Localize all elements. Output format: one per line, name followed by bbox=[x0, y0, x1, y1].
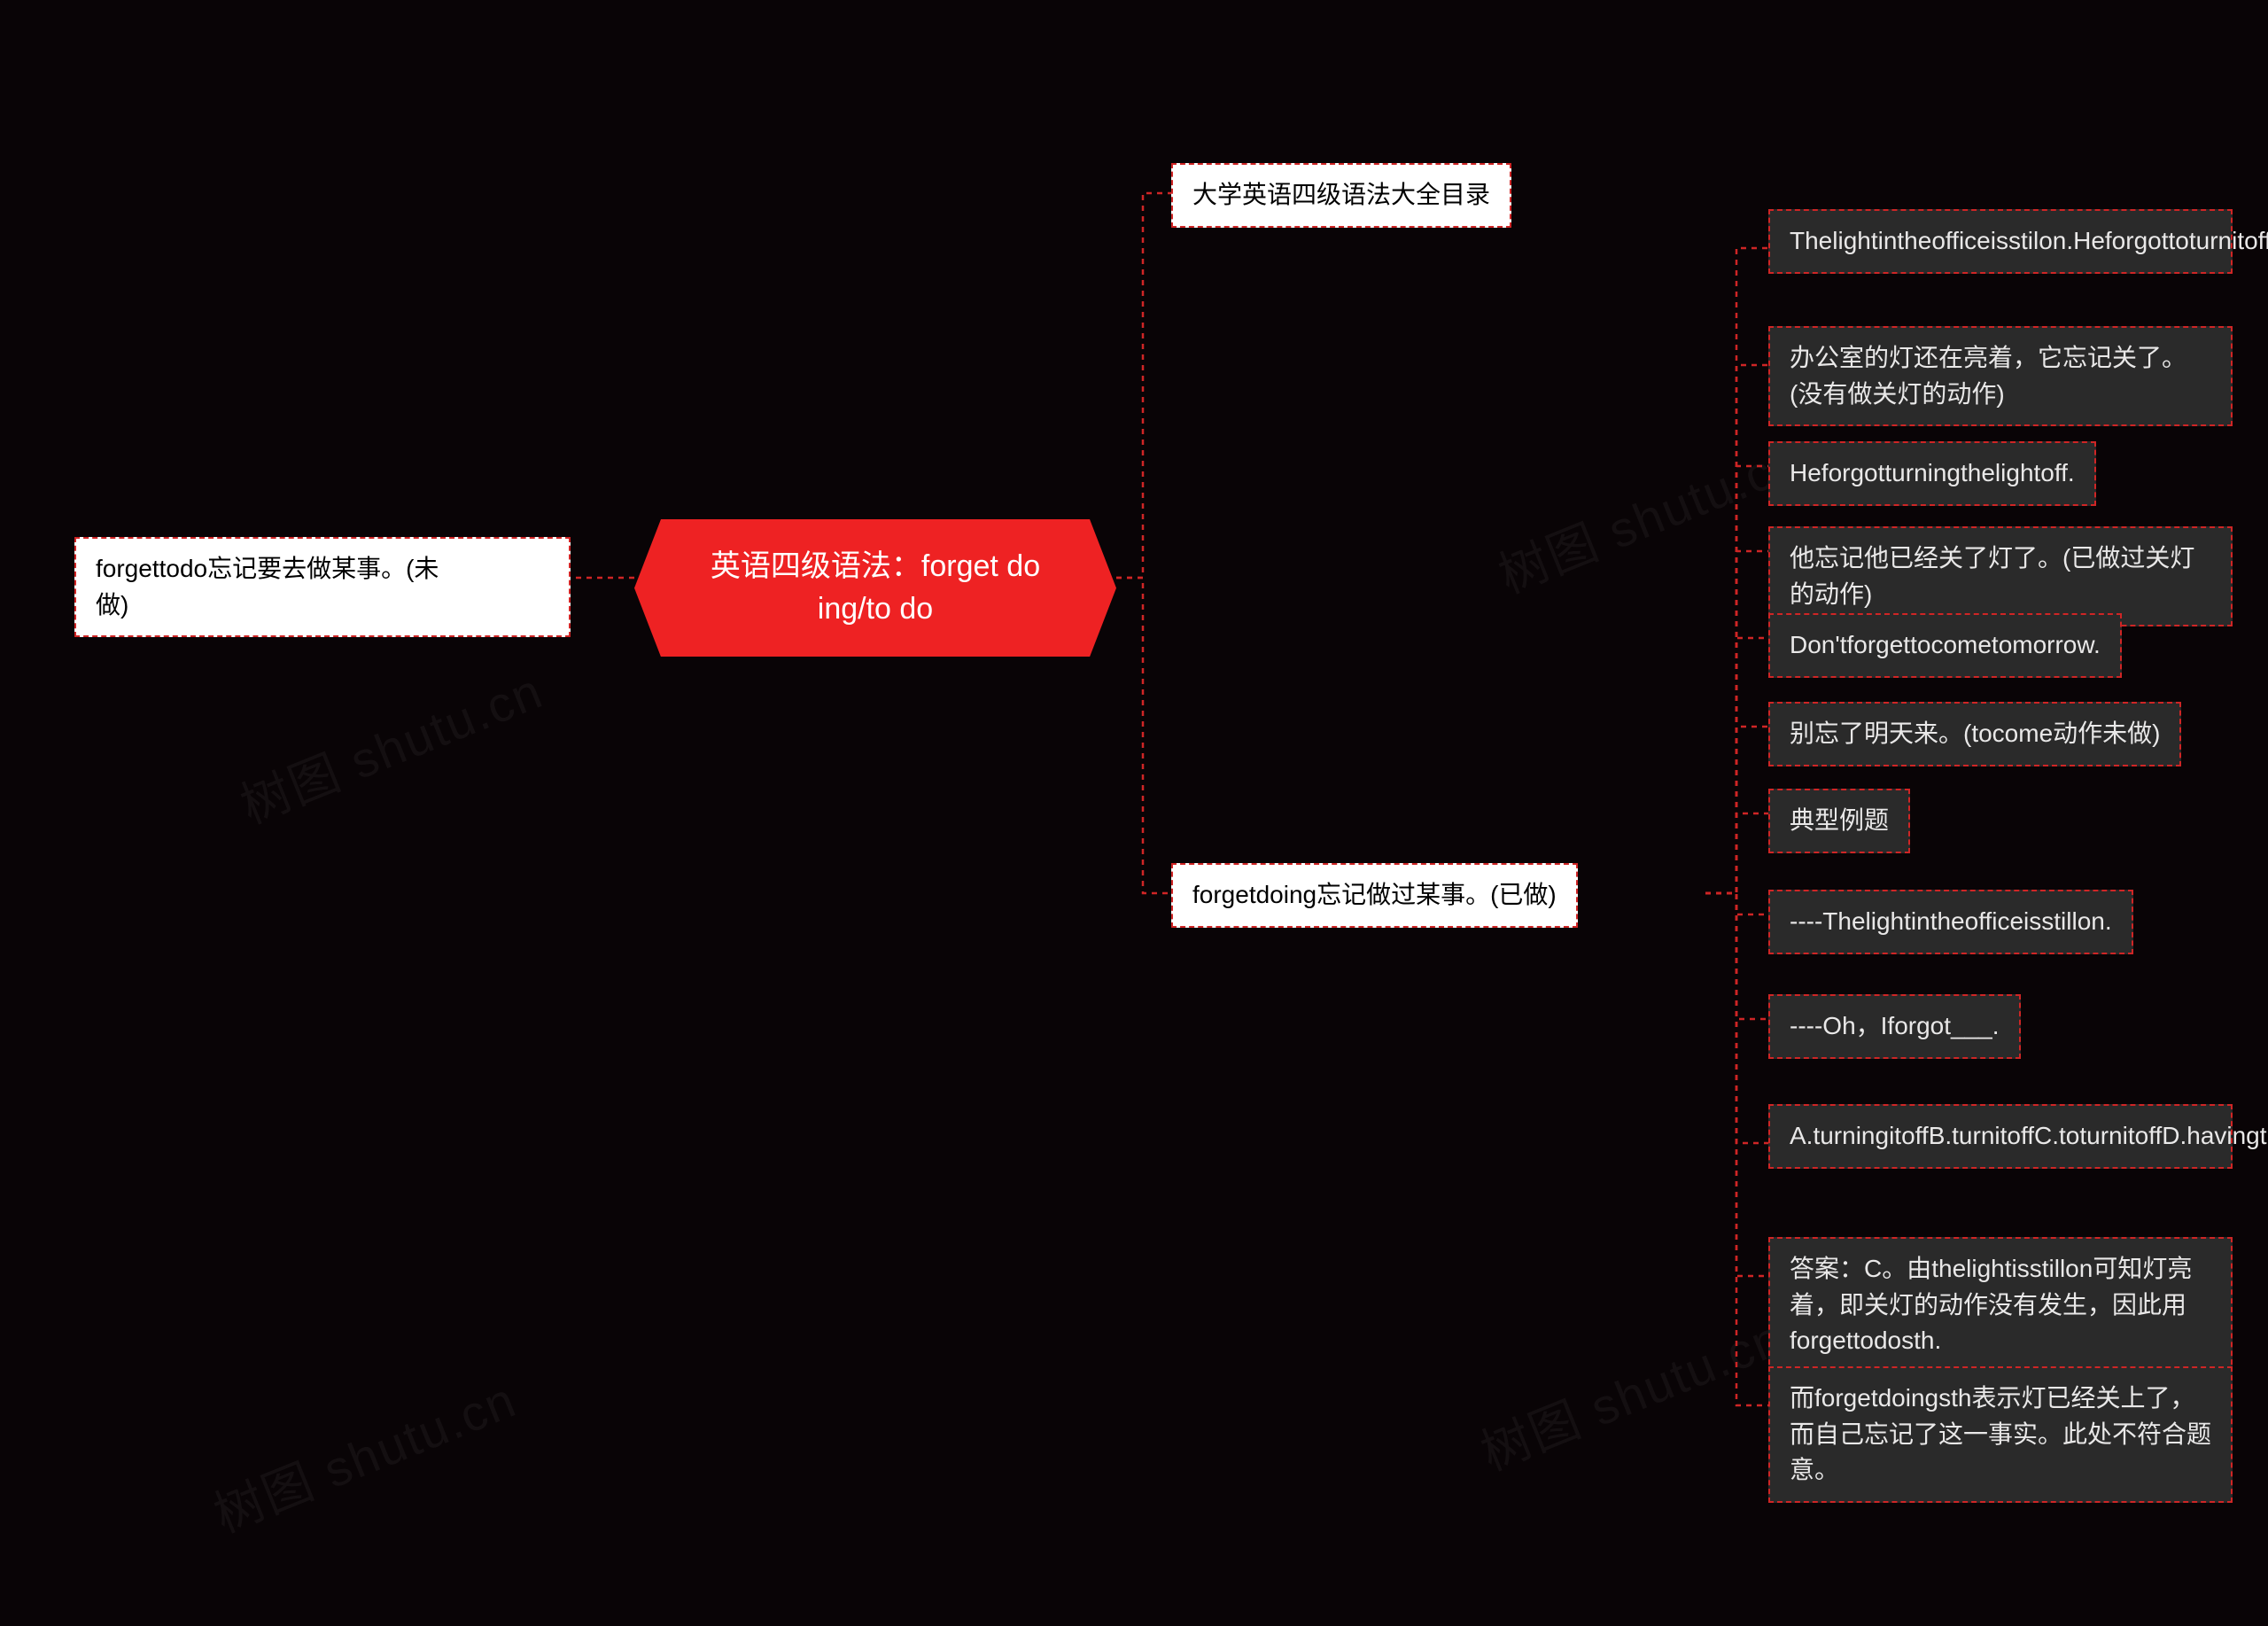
leaf-7[interactable]: ----Thelightintheofficeisstillon. bbox=[1768, 890, 2133, 954]
watermark: 树图 shutu.cn bbox=[1469, 1298, 1792, 1484]
leaf-0[interactable]: Thelightintheofficeisstilon.Heforgottotu… bbox=[1768, 209, 2233, 274]
leaf-text: Heforgotturningthelightoff. bbox=[1790, 459, 2075, 486]
leaf-2[interactable]: Heforgotturningthelightoff. bbox=[1768, 441, 2096, 506]
root-text-line2: ing/to do bbox=[818, 592, 933, 626]
watermark: 树图 shutu.cn bbox=[202, 1360, 525, 1546]
right-bottom-text: forgetdoing忘记做过某事。(已做) bbox=[1192, 881, 1557, 908]
leaf-text: 办公室的灯还在亮着，它忘记关了。(没有做关灯的动作) bbox=[1790, 344, 2186, 408]
right-bottom-node[interactable]: forgetdoing忘记做过某事。(已做) bbox=[1171, 863, 1578, 928]
leaf-text: 他忘记他已经关了灯了。(已做过关灯的动作) bbox=[1790, 544, 2194, 608]
watermark: 树图 shutu.cn bbox=[229, 651, 552, 837]
leaf-6[interactable]: 典型例题 bbox=[1768, 789, 1910, 853]
leaf-text: 而forgetdoingsth表示灯已经关上了，而自己忘记了这一事实。此处不符合… bbox=[1790, 1384, 2211, 1483]
root-node[interactable]: 英语四级语法：forget do ing/to do bbox=[634, 519, 1116, 657]
left-node[interactable]: forgettodo忘记要去做某事。(未 做) bbox=[74, 537, 571, 637]
leaf-9[interactable]: A.turningitoffB.turnitoffC.toturnitoffD.… bbox=[1768, 1104, 2233, 1169]
leaf-text: Thelightintheofficeisstilon.Heforgottotu… bbox=[1790, 227, 2268, 254]
left-node-line2: 做) bbox=[96, 591, 128, 619]
leaf-3[interactable]: 他忘记他已经关了灯了。(已做过关灯的动作) bbox=[1768, 526, 2233, 626]
watermark: 树图 shutu.cn bbox=[1487, 421, 1810, 607]
root-text-line1: 英语四级语法：forget do bbox=[711, 549, 1040, 583]
leaf-text: 别忘了明天来。(tocome动作未做) bbox=[1790, 720, 2160, 747]
leaf-8[interactable]: ----Oh，Iforgot___. bbox=[1768, 994, 2021, 1059]
left-node-line1: forgettodo忘记要去做某事。(未 bbox=[96, 555, 439, 582]
leaf-text: 典型例题 bbox=[1790, 806, 1889, 834]
leaf-text: ----Thelightintheofficeisstillon. bbox=[1790, 907, 2112, 935]
right-top-node[interactable]: 大学英语四级语法大全目录 bbox=[1171, 163, 1511, 228]
diagram-canvas: 树图 shutu.cn 树图 shutu.cn 树图 shutu.cn 树图 s… bbox=[0, 0, 2268, 1626]
leaf-11[interactable]: 而forgetdoingsth表示灯已经关上了，而自己忘记了这一事实。此处不符合… bbox=[1768, 1366, 2233, 1503]
leaf-text: 答案：C。由thelightisstillon可知灯亮着，即关灯的动作没有发生，… bbox=[1790, 1255, 2192, 1354]
leaf-10[interactable]: 答案：C。由thelightisstillon可知灯亮着，即关灯的动作没有发生，… bbox=[1768, 1237, 2233, 1373]
leaf-text: A.turningitoffB.turnitoffC.toturnitoffD.… bbox=[1790, 1122, 2268, 1149]
leaf-1[interactable]: 办公室的灯还在亮着，它忘记关了。(没有做关灯的动作) bbox=[1768, 326, 2233, 426]
leaf-text: Don'tforgettocometomorrow. bbox=[1790, 631, 2101, 658]
leaf-text: ----Oh，Iforgot___. bbox=[1790, 1012, 2000, 1039]
leaf-4[interactable]: Don'tforgettocometomorrow. bbox=[1768, 613, 2122, 678]
right-top-text: 大学英语四级语法大全目录 bbox=[1192, 181, 1490, 208]
leaf-5[interactable]: 别忘了明天来。(tocome动作未做) bbox=[1768, 702, 2181, 766]
